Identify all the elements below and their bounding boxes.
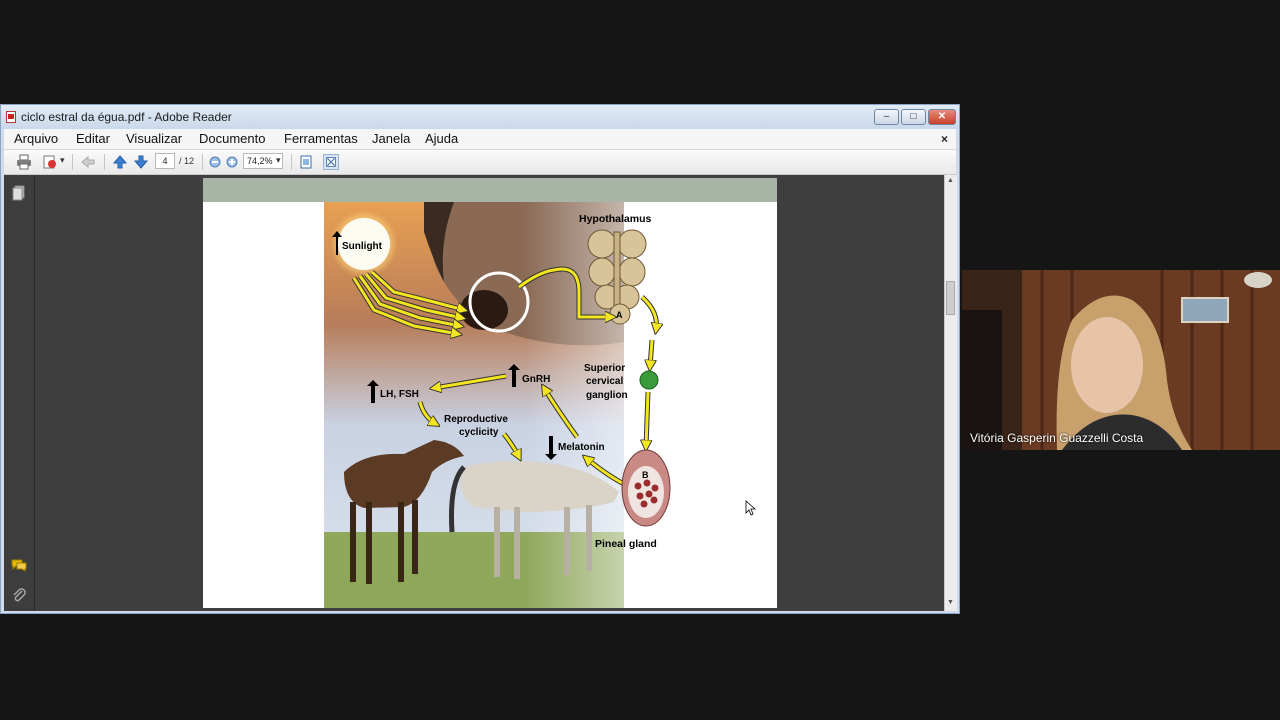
window-title: ciclo estral da égua.pdf - Adobe Reader bbox=[21, 110, 232, 124]
fit-page-icon[interactable] bbox=[298, 154, 314, 170]
zoom-dropdown-icon[interactable]: ▾ bbox=[276, 155, 281, 166]
sunlight-label: Sunlight bbox=[342, 241, 383, 252]
toolbar-separator bbox=[72, 154, 73, 170]
vertical-scrollbar[interactable]: ▲ ▼ bbox=[944, 175, 957, 611]
zoom-out-icon[interactable] bbox=[207, 154, 223, 170]
lh-fsh-label: LH, FSH bbox=[380, 389, 419, 400]
export-icon[interactable] bbox=[42, 154, 58, 170]
navigation-panel bbox=[4, 175, 35, 611]
title-bar[interactable]: ciclo estral da égua.pdf - Adobe Reader … bbox=[1, 105, 959, 129]
previous-page-icon[interactable] bbox=[112, 154, 128, 170]
superior-cervical-ganglion bbox=[639, 370, 659, 390]
maximize-button[interactable]: □ bbox=[901, 109, 926, 125]
close-document-icon[interactable]: × bbox=[941, 132, 948, 146]
menu-arquivo[interactable]: Arquivo bbox=[14, 131, 58, 146]
menu-editar[interactable]: Editar bbox=[76, 131, 110, 146]
total-pages: / 12 bbox=[179, 156, 195, 166]
menu-ferramentas[interactable]: Ferramentas bbox=[284, 131, 358, 146]
melatonin-label: Melatonin bbox=[558, 442, 605, 453]
close-button[interactable]: ✕ bbox=[928, 109, 956, 125]
pdf-file-icon bbox=[6, 111, 16, 123]
mouse-cursor-icon bbox=[745, 500, 757, 516]
toolbar-separator bbox=[104, 154, 105, 170]
participant-name: Vitória Gasperin Guazzelli Costa bbox=[970, 431, 1144, 445]
toolbar: ▾ 4 / 12 74,2% ▾ bbox=[4, 150, 956, 175]
gnrh-label: GnRH bbox=[522, 374, 550, 385]
menu-visualizar[interactable]: Visualizar bbox=[126, 131, 182, 146]
video-participant-tile[interactable]: Vitória Gasperin Guazzelli Costa bbox=[962, 270, 1280, 450]
dropdown-arrow-icon[interactable]: ▾ bbox=[60, 155, 65, 166]
hypothalamus-label: Hypothalamus bbox=[579, 213, 652, 225]
ganglion-label: ganglion bbox=[586, 390, 628, 401]
next-page-icon[interactable] bbox=[133, 154, 149, 170]
scrollbar-thumb[interactable] bbox=[946, 281, 955, 315]
pdf-page: Sunlight Hypothalamus A Superior cervica… bbox=[203, 178, 777, 608]
page-number-input[interactable]: 4 bbox=[155, 153, 175, 169]
label-b: B bbox=[642, 470, 649, 480]
scroll-down-icon[interactable]: ▼ bbox=[947, 599, 954, 606]
zoom-in-icon[interactable] bbox=[224, 154, 240, 170]
document-view[interactable]: Sunlight Hypothalamus A Superior cervica… bbox=[35, 175, 944, 611]
pages-icon[interactable] bbox=[12, 185, 26, 201]
attachments-icon[interactable] bbox=[12, 587, 26, 603]
horse-eye bbox=[460, 290, 508, 330]
superior-label: Superior bbox=[584, 363, 625, 374]
menu-ajuda[interactable]: Ajuda bbox=[425, 131, 458, 146]
toolbar-separator bbox=[291, 154, 292, 170]
page-header-band bbox=[203, 178, 777, 202]
reproductive-label: Reproductive bbox=[444, 414, 508, 425]
scroll-up-icon[interactable]: ▲ bbox=[947, 177, 954, 184]
cervical-label: cervical bbox=[586, 376, 623, 387]
reproductive-cycle-figure: Sunlight Hypothalamus A Superior cervica… bbox=[324, 202, 724, 608]
back-icon[interactable] bbox=[80, 154, 96, 170]
participant-video-feed bbox=[962, 270, 1280, 450]
cyclicity-label: cyclicity bbox=[459, 427, 499, 438]
print-icon[interactable] bbox=[16, 154, 32, 170]
label-a: A bbox=[616, 310, 623, 320]
toolbar-separator bbox=[202, 154, 203, 170]
menu-bar: Arquivo Editar Visualizar Documento Ferr… bbox=[4, 129, 956, 150]
pineal-gland-label: Pineal gland bbox=[595, 538, 657, 550]
menu-documento[interactable]: Documento bbox=[199, 131, 265, 146]
minimize-button[interactable]: – bbox=[874, 109, 899, 125]
adobe-reader-window: ciclo estral da égua.pdf - Adobe Reader … bbox=[0, 104, 960, 614]
menu-janela[interactable]: Janela bbox=[372, 131, 410, 146]
fullscreen-icon[interactable] bbox=[323, 154, 339, 170]
comments-icon[interactable] bbox=[11, 558, 27, 572]
